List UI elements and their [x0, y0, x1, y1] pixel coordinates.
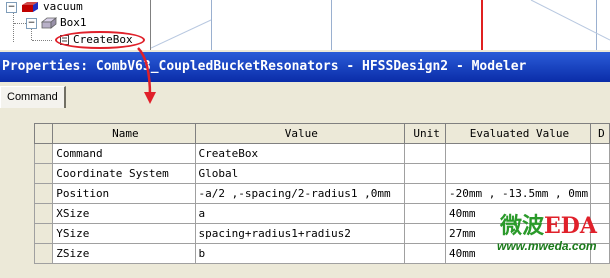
row-selector[interactable] — [33, 203, 54, 224]
solid-box-icon — [40, 17, 58, 29]
cell-name: Command — [52, 143, 196, 164]
tree-connector — [13, 12, 14, 42]
row-selector[interactable] — [33, 223, 54, 244]
model-tree-panel: − vacuum − Box1 CreateBox — [0, 0, 610, 50]
collapse-icon[interactable]: − — [26, 18, 37, 29]
cell-evaluated: -20mm , -13.5mm , 0mm — [445, 183, 591, 204]
row-selector[interactable] — [33, 183, 54, 204]
tab-command[interactable]: Command — [0, 86, 66, 108]
cell-value[interactable]: b — [194, 243, 406, 264]
highlight-ellipse — [55, 31, 145, 49]
cell-name: Position — [52, 183, 196, 204]
table-row[interactable]: Coordinate System Global — [33, 163, 610, 184]
cell-value[interactable]: Global — [194, 163, 406, 184]
properties-panel: Name Value Unit Evaluated Value D Comman… — [0, 108, 610, 278]
column-header-unit[interactable]: Unit — [404, 123, 447, 144]
row-selector[interactable] — [33, 243, 54, 264]
row-selector[interactable] — [33, 143, 54, 164]
column-header-name[interactable]: Name — [52, 123, 196, 144]
column-header-description[interactable]: D — [589, 123, 610, 144]
column-header-value[interactable]: Value — [194, 123, 406, 144]
tree-connector — [32, 40, 52, 41]
header-corner — [33, 123, 54, 144]
cell-name: YSize — [52, 223, 196, 244]
cell-evaluated — [445, 163, 591, 184]
header-row: Name Value Unit Evaluated Value D — [33, 123, 610, 144]
cell-unit[interactable] — [404, 163, 447, 184]
cell-description — [589, 183, 610, 204]
tree-connector — [31, 28, 32, 40]
tree-item-label: vacuum — [43, 0, 83, 13]
tab-strip: Command — [0, 82, 610, 109]
material-box-icon — [22, 2, 38, 12]
tree-item-label: Box1 — [60, 16, 87, 29]
window-title: Properties: CombV63_CoupledBucketResonat… — [2, 59, 527, 74]
collapse-icon[interactable]: − — [6, 2, 17, 13]
row-selector[interactable] — [33, 163, 54, 184]
grid-diagonals — [151, 0, 610, 49]
properties-title-bar[interactable]: Properties: CombV63_CoupledBucketResonat… — [0, 52, 610, 82]
cell-name: Coordinate System — [52, 163, 196, 184]
watermark-url: www.mweda.com — [497, 239, 597, 253]
cell-name: ZSize — [52, 243, 196, 264]
watermark-logo: 微波EDA — [500, 213, 597, 239]
cell-value[interactable]: spacing+radius1+radius2 — [194, 223, 406, 244]
cell-unit[interactable] — [404, 183, 447, 204]
cell-unit[interactable] — [404, 203, 447, 224]
watermark: 微波EDA www.mweda.com — [492, 208, 610, 268]
cell-unit[interactable] — [404, 223, 447, 244]
cell-value[interactable]: CreateBox — [194, 143, 406, 164]
cell-value[interactable]: -a/2 ,-spacing/2-radius1 ,0mm — [194, 183, 406, 204]
table-row[interactable]: Position -a/2 ,-spacing/2-radius1 ,0mm -… — [33, 183, 610, 204]
table-row[interactable]: Command CreateBox — [33, 143, 610, 164]
cell-description — [589, 163, 610, 184]
cell-name: XSize — [52, 203, 196, 224]
cell-unit[interactable] — [404, 143, 447, 164]
cell-evaluated — [445, 143, 591, 164]
modeler-3d-view[interactable] — [151, 0, 610, 50]
tree-connector — [14, 23, 26, 24]
cell-value[interactable]: a — [194, 203, 406, 224]
cell-description — [589, 143, 610, 164]
column-header-evaluated-value[interactable]: Evaluated Value — [445, 123, 591, 144]
cell-unit[interactable] — [404, 243, 447, 264]
